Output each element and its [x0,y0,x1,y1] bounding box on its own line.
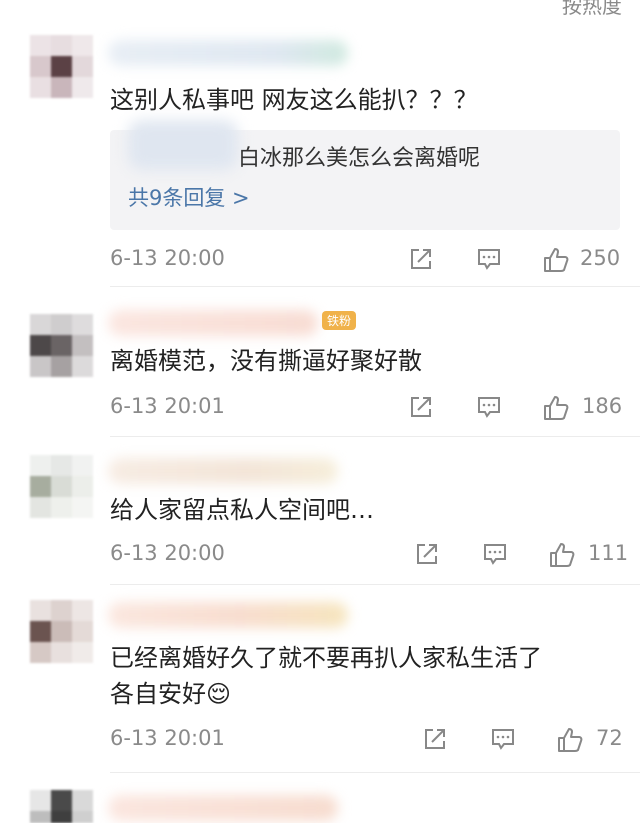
reply-author-blurred [128,120,238,170]
like-icon[interactable] [548,541,576,569]
fan-badge: 铁粉 [322,311,357,330]
reply-preview[interactable]: 白冰那么美怎么会离婚呢 共9条回复 > [110,120,620,230]
share-icon[interactable] [422,726,448,752]
sort-label[interactable]: 按热度 [562,0,622,19]
avatar[interactable] [30,790,94,823]
username-blurred[interactable] [108,40,348,66]
comment-time: 6-13 20:01 [110,394,225,418]
comment-text-line: 各自安好😌 [110,676,614,712]
relieved-emoji: 😌 [206,680,232,708]
divider [110,436,640,437]
comment-text-tail: 各自安好 [110,680,206,708]
comment-meta: 6-13 20:00 250 [110,246,620,276]
username-blurred[interactable] [108,795,338,821]
username-blurred[interactable] [108,458,338,484]
comment-meta: 6-13 20:00 111 [110,541,628,571]
like-icon[interactable] [542,394,570,422]
comment-meta: 6-13 20:01 186 [110,394,623,424]
like-count: 250 [580,246,621,270]
comment-icon[interactable] [476,394,502,420]
avatar[interactable] [30,314,94,378]
avatar[interactable] [30,35,94,99]
like-count: 72 [596,726,623,750]
share-icon[interactable] [408,246,434,272]
comment-text: 已经离婚好久了就不要再扒人家私生活了 各自安好😌 [110,640,614,712]
username-blurred[interactable] [108,310,318,336]
comment-time: 6-13 20:01 [110,726,225,750]
avatar[interactable] [30,600,94,664]
share-icon[interactable] [414,541,440,567]
comment-meta: 6-13 20:01 72 [110,726,623,756]
like-count: 186 [582,394,623,418]
comment-text: 离婚模范，没有撕逼好聚好散 [110,347,422,375]
comment-time: 6-13 20:00 [110,246,225,270]
share-icon[interactable] [408,394,434,420]
username-blurred[interactable] [108,602,348,628]
comment-icon[interactable] [482,541,508,567]
comment-icon[interactable] [490,726,516,752]
reply-text: 白冰那么美怎么会离婚呢 [238,146,481,171]
comment-text-line: 已经离婚好久了就不要再扒人家私生活了 [110,644,542,672]
comment-icon[interactable] [476,246,502,272]
divider [110,286,640,287]
like-icon[interactable] [542,246,570,274]
divider [110,772,640,773]
comment-time: 6-13 20:00 [110,541,225,565]
like-count: 111 [588,541,629,565]
view-replies-link[interactable]: 共9条回复 > [128,182,250,212]
comment-text: 给人家留点私人空间吧… [110,496,374,524]
comment-text: 这别人私事吧 网友这么能扒？？？ [110,86,478,114]
divider [110,584,640,585]
like-icon[interactable] [556,726,584,754]
avatar[interactable] [30,455,94,519]
